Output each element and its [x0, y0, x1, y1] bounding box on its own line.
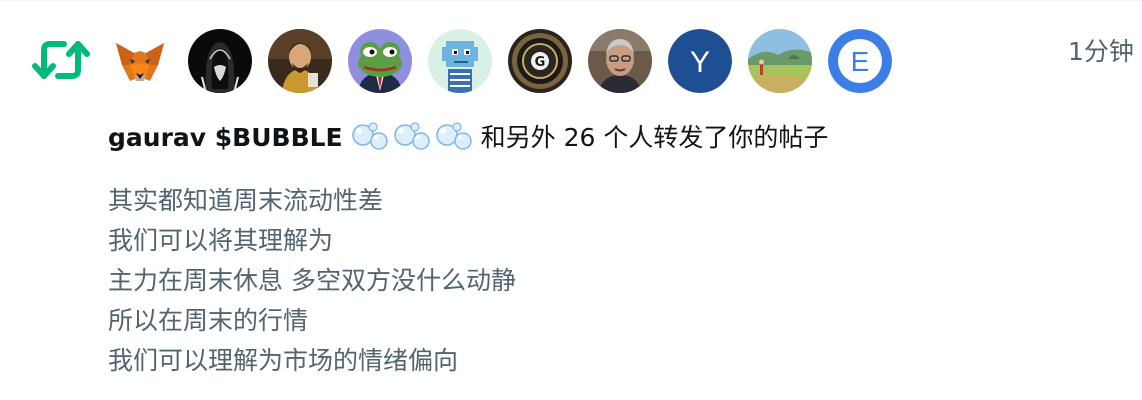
bubble-icon [435, 122, 472, 150]
bubble-emoji-icons [351, 121, 475, 155]
avatar-metamask-fox[interactable] [108, 29, 172, 93]
bubble-icon [351, 122, 388, 150]
notification-headline: gaurav $BUBBLE 和另外 26 个人转发了你的帖子 [108, 118, 828, 158]
avatar-g-coin[interactable]: G [508, 29, 572, 93]
actor-name[interactable]: gaurav $BUBBLE [108, 118, 343, 158]
retweet-icon [30, 38, 92, 82]
avatar-illustrated-man[interactable] [268, 29, 332, 93]
avatar-older-man-photo[interactable] [588, 29, 652, 93]
post-line: 所以在周末的行情 [108, 306, 309, 335]
action-text: 和另外 26 个人转发了你的帖子 [480, 123, 829, 152]
bubble-icon [393, 122, 430, 150]
avatar-hooded-figure[interactable] [188, 29, 252, 93]
post-line: 其实都知道周末流动性差 [108, 186, 384, 215]
retweet-notification[interactable]: G Y E 1分钟 gaurav $BUBBLE 和另外 26 个人转发了你的帖… [0, 0, 1142, 400]
svg-text:G: G [535, 55, 546, 70]
avatar-landscape-painting[interactable] [748, 29, 812, 93]
avatar-letter-y[interactable]: Y [668, 29, 732, 93]
avatar-pixel-character[interactable] [428, 29, 492, 93]
post-body[interactable]: 其实都知道周末流动性差 我们可以将其理解为 主力在周末休息 多空双方没什么动静 … [108, 181, 516, 381]
post-line: 我们可以理解为市场的情绪偏向 [108, 346, 459, 375]
svg-text:E: E [851, 46, 870, 77]
avatar-pepe-frog[interactable] [348, 29, 412, 93]
timestamp[interactable]: 1分钟 [1068, 32, 1134, 68]
svg-text:Y: Y [690, 46, 710, 79]
post-line: 我们可以将其理解为 [108, 226, 334, 255]
avatar-letter-e[interactable]: E [828, 29, 892, 93]
avatar-row: G Y E [108, 29, 892, 93]
post-line: 主力在周末休息 多空双方没什么动静 [108, 266, 516, 295]
